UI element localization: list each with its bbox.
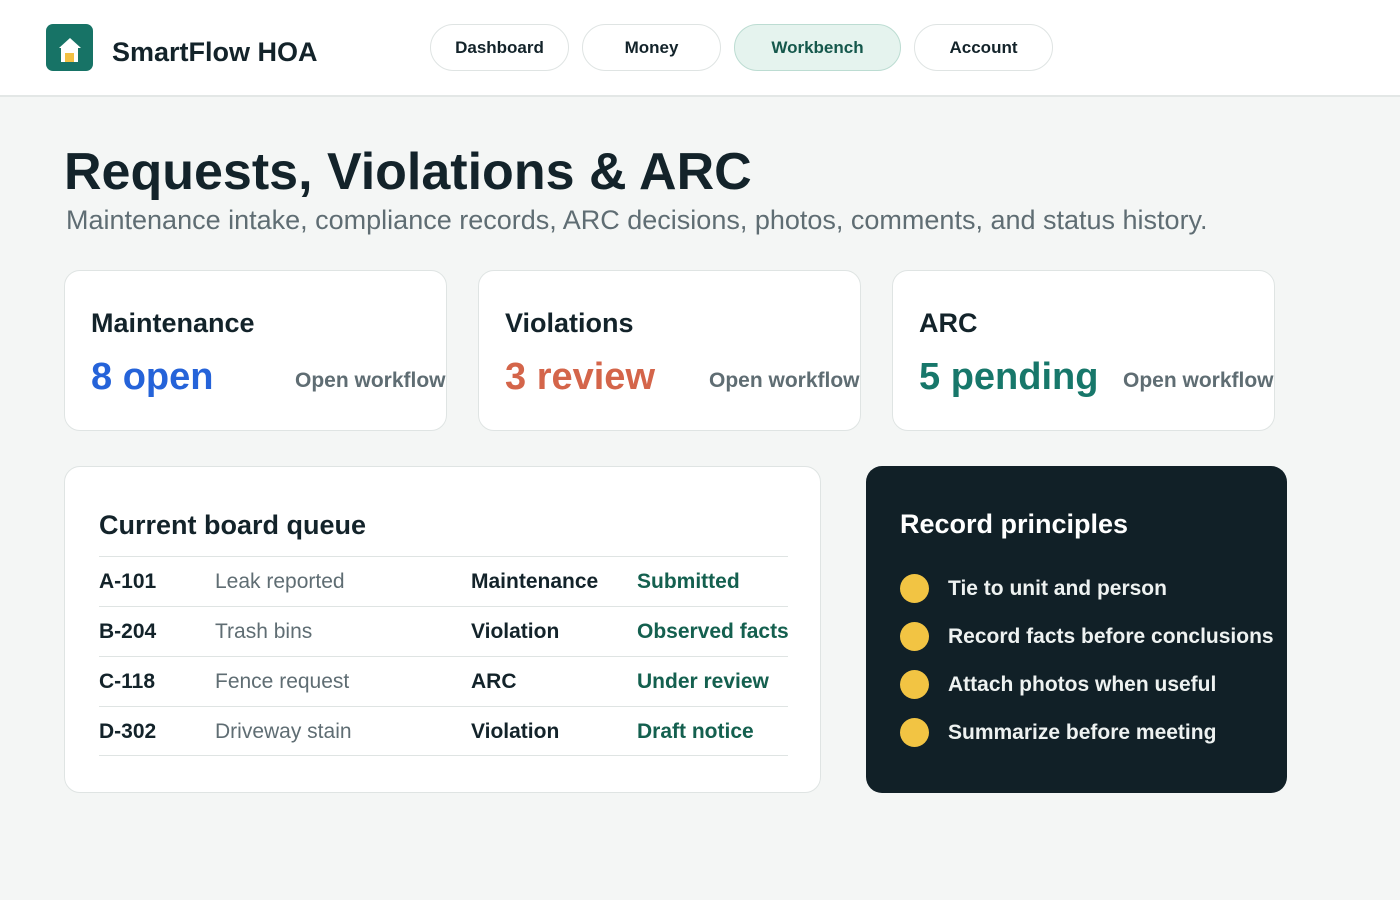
item-type: Violation <box>471 620 560 643</box>
violations-card: Violations 3 review Open workflow <box>478 270 861 431</box>
house-door <box>65 53 74 62</box>
stat-value: 3 review <box>505 356 655 398</box>
board-queue-panel: Current board queue A-101 Leak reported … <box>64 466 821 793</box>
page-subtitle: Maintenance intake, compliance records, … <box>66 205 1208 235</box>
nav-money[interactable]: Money <box>582 24 721 71</box>
bullet-dot-icon <box>900 718 929 747</box>
principles-title: Record principles <box>900 509 1129 539</box>
open-workflow-link[interactable]: Open workflow <box>1123 369 1274 393</box>
principle-text: Summarize before meeting <box>948 721 1217 744</box>
principle-text: Attach photos when useful <box>948 673 1217 696</box>
house-roof <box>59 38 81 48</box>
item-type: Violation <box>471 720 560 743</box>
table-row[interactable]: D-302 Driveway stain Violation Draft not… <box>99 706 788 756</box>
principle-text: Record facts before conclusions <box>948 625 1274 648</box>
item-status: Submitted <box>637 570 740 593</box>
stat-title: Maintenance <box>91 308 255 338</box>
nav-dashboard[interactable]: Dashboard <box>430 24 569 71</box>
item-status: Draft notice <box>637 720 754 743</box>
nav-account[interactable]: Account <box>914 24 1053 71</box>
item-description: Fence request <box>215 670 350 693</box>
nav-workbench[interactable]: Workbench <box>734 24 901 71</box>
item-description: Driveway stain <box>215 720 352 743</box>
item-status: Observed facts <box>637 620 789 643</box>
top-bar: SmartFlow HOA Dashboard Money Workbench … <box>0 0 1400 97</box>
stat-value: 8 open <box>91 356 214 398</box>
queue-title: Current board queue <box>99 510 367 540</box>
item-description: Leak reported <box>215 570 345 593</box>
arc-card: ARC 5 pending Open workflow <box>892 270 1275 431</box>
item-type: ARC <box>471 670 517 693</box>
open-workflow-link[interactable]: Open workflow <box>709 369 860 393</box>
maintenance-card: Maintenance 8 open Open workflow <box>64 270 447 431</box>
stat-title: ARC <box>919 308 978 338</box>
page-title: Requests, Violations & ARC <box>64 143 752 201</box>
bullet-dot-icon <box>900 622 929 651</box>
table-row[interactable]: C-118 Fence request ARC Under review <box>99 656 788 706</box>
item-id: D-302 <box>99 720 157 743</box>
item-id: A-101 <box>99 570 157 593</box>
bullet-dot-icon <box>900 670 929 699</box>
table-row[interactable]: B-204 Trash bins Violation Observed fact… <box>99 606 789 656</box>
item-id: B-204 <box>99 620 157 643</box>
item-description: Trash bins <box>215 620 313 643</box>
stat-value: 5 pending <box>919 356 1099 398</box>
record-principles-panel: Record principles Tie to unit and person… <box>866 466 1287 793</box>
item-id: C-118 <box>99 670 156 693</box>
table-row[interactable]: A-101 Leak reported Maintenance Submitte… <box>99 556 788 606</box>
house-icon[interactable] <box>46 24 93 71</box>
item-type: Maintenance <box>471 570 599 593</box>
open-workflow-link[interactable]: Open workflow <box>295 369 446 393</box>
queue-table: A-101 Leak reported Maintenance Submitte… <box>99 556 789 756</box>
bullet-dot-icon <box>900 574 929 603</box>
app-brand[interactable]: SmartFlow HOA <box>112 36 318 68</box>
principle-text: Tie to unit and person <box>948 577 1167 600</box>
item-status: Under review <box>637 670 769 693</box>
stat-title: Violations <box>505 308 634 338</box>
